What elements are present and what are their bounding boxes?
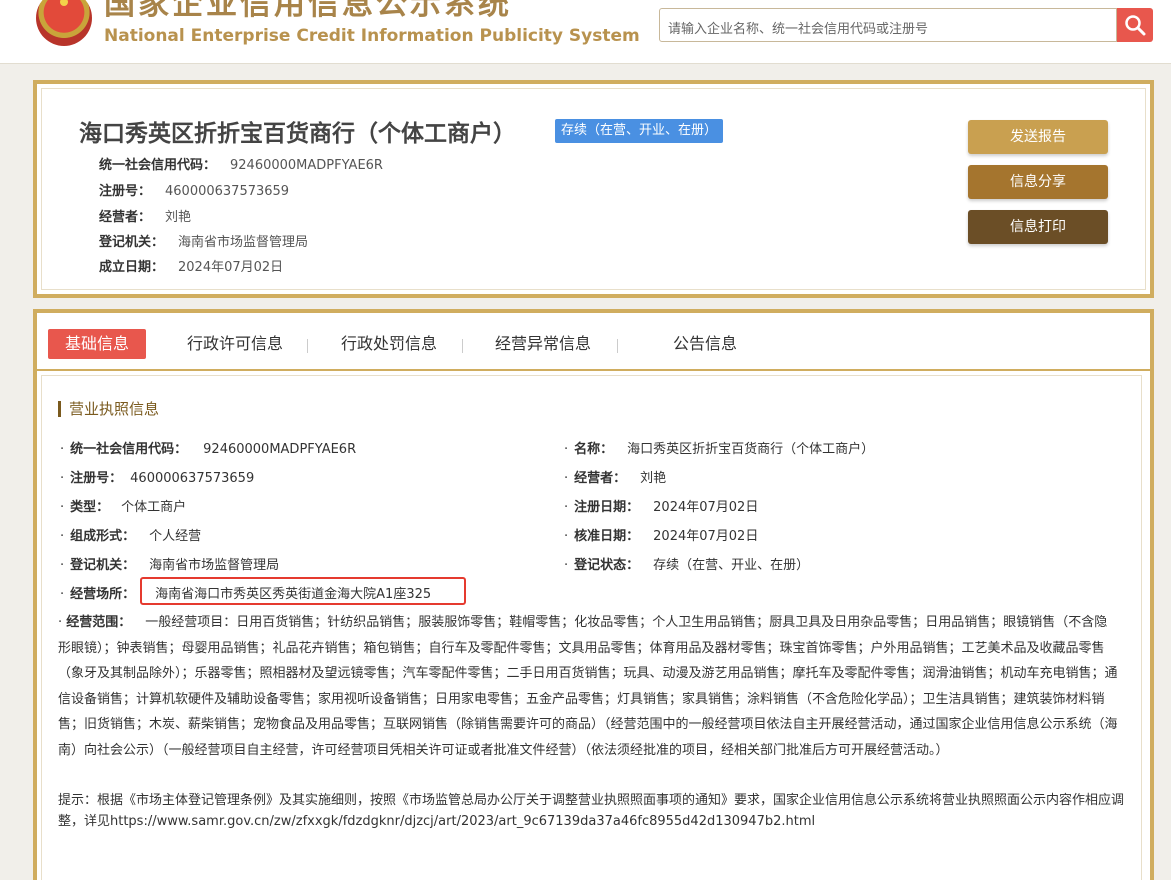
info-operator: 经营者： 刘艳 — [99, 210, 192, 225]
detail-panel: 基础信息 行政许可信息 行政处罚信息 经营异常信息 公告信息 营业执照信息 · 统… — [33, 309, 1154, 880]
info-reg-no: 注册号： 460000637573659 — [99, 184, 290, 199]
share-info-button[interactable]: 信息分享 — [968, 165, 1108, 199]
status-badge: 存续（在营、开业、在册） — [555, 119, 724, 143]
field-reg-date: · 注册日期： 2024年07月02日 — [564, 500, 759, 515]
field-reg-status: · 登记状态： 存续（在营、开业、在册） — [564, 558, 810, 573]
notice-text: 提示：根据《市场主体登记管理条例》及其实施细则，按照《市场监管总局办公厅关于调整… — [58, 793, 1125, 829]
info-founded: 成立日期： 2024年07月02日 — [99, 260, 284, 275]
site-title-cn: 国家企业信用信息公示系统 — [104, 0, 512, 22]
field-reg-no: · 注册号： 460000637573659 — [60, 471, 255, 486]
tab-bar: 基础信息 行政许可信息 行政处罚信息 经营异常信息 公告信息 — [37, 313, 1150, 371]
tab-announcement[interactable]: 公告信息 — [673, 329, 737, 359]
site-title-en: National Enterprise Credit Information P… — [104, 26, 640, 46]
company-card: 海口秀英区折折宝百货商行（个体工商户） 存续（在营、开业、在册） 统一社会信用代… — [33, 80, 1154, 298]
search-button[interactable] — [1117, 8, 1153, 42]
field-approve-date: · 核准日期： 2024年07月02日 — [564, 529, 759, 544]
tab-basic-info[interactable]: 基础信息 — [48, 329, 147, 359]
tab-abnormal-operation[interactable]: 经营异常信息 — [495, 329, 591, 359]
national-emblem-icon — [36, 0, 92, 46]
info-authority: 登记机关： 海南省市场监督管理局 — [99, 235, 309, 250]
site-header: 国家企业信用信息公示系统 National Enterprise Credit … — [0, 0, 1171, 64]
tab-admin-penalty[interactable]: 行政处罚信息 — [341, 329, 437, 359]
company-name: 海口秀英区折折宝百货商行（个体工商户） — [79, 121, 516, 147]
field-type: · 类型： 个体工商户 — [60, 500, 187, 515]
field-operator: · 经营者： 刘艳 — [564, 471, 667, 486]
field-form: · 组成形式： 个人经营 — [60, 529, 202, 544]
print-info-button[interactable]: 信息打印 — [968, 210, 1108, 244]
section-title: 营业执照信息 — [58, 401, 159, 417]
field-name: · 名称： 海口秀英区折折宝百货商行（个体工商户） — [564, 442, 875, 457]
address-highlight-box — [140, 577, 466, 605]
send-report-button[interactable]: 发送报告 — [968, 120, 1108, 154]
field-authority: · 登记机关： 海南省市场监督管理局 — [60, 558, 280, 573]
info-credit-code: 统一社会信用代码： 92460000MADPFYAE6R — [99, 158, 383, 173]
field-credit-code: · 统一社会信用代码： 92460000MADPFYAE6R — [60, 442, 357, 457]
search-input[interactable]: 请输入企业名称、统一社会信用代码或注册号 — [659, 8, 1117, 42]
search-icon — [1125, 15, 1146, 36]
license-content: 营业执照信息 · 统一社会信用代码： 92460000MADPFYAE6R · 注册号… — [41, 375, 1142, 880]
tab-admin-license[interactable]: 行政许可信息 — [187, 329, 283, 359]
business-scope: · 经营范围： 一般经营项目：日用百货销售；针纺织品销售；服装服饰零售；鞋帽零售；… — [58, 615, 1118, 758]
